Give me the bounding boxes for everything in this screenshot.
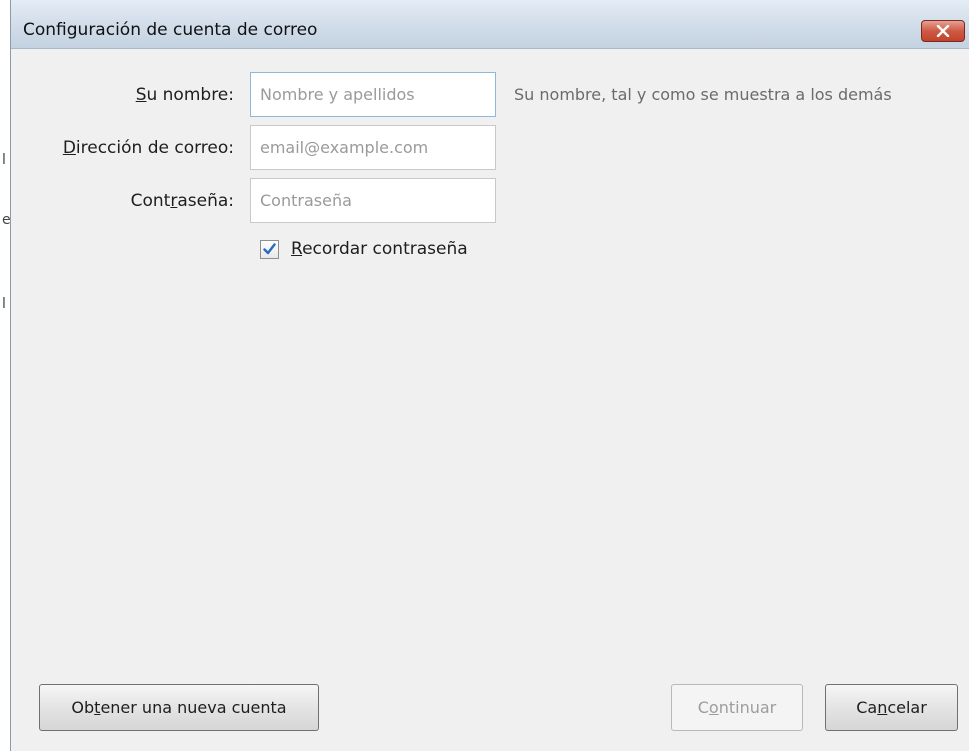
name-label: Su nombre: [135, 85, 234, 105]
email-input[interactable] [250, 125, 496, 170]
close-icon [936, 25, 950, 37]
get-new-account-button[interactable]: Ob t ener una nueva cuenta [39, 684, 319, 731]
password-label: Contraseña: [130, 191, 234, 211]
cancel-button[interactable]: Ca n celar [825, 684, 958, 731]
window-title: Configuración de cuenta de correo [23, 20, 318, 40]
background-fragment: l [2, 152, 6, 168]
remember-password-checkbox[interactable] [260, 239, 279, 259]
name-hint: Su nombre, tal y como se muestra a los d… [514, 85, 892, 104]
remember-password-label[interactable]: Recordar contraseña [291, 239, 468, 259]
close-button[interactable] [921, 20, 965, 42]
remember-password-option[interactable]: Recordar contraseña [260, 239, 468, 259]
continue-button[interactable]: Co ntinuar [671, 684, 803, 731]
email-label: Dirección de correo: [62, 138, 234, 158]
title-bar: Configuración de cuenta de correo [11, 0, 969, 49]
name-input[interactable] [250, 72, 496, 117]
account-setup-dialog: Configuración de cuenta de correo Su nom… [10, 0, 969, 751]
checkmark-icon [263, 243, 276, 255]
background-fragment: l [2, 296, 6, 312]
password-input[interactable] [250, 178, 496, 223]
